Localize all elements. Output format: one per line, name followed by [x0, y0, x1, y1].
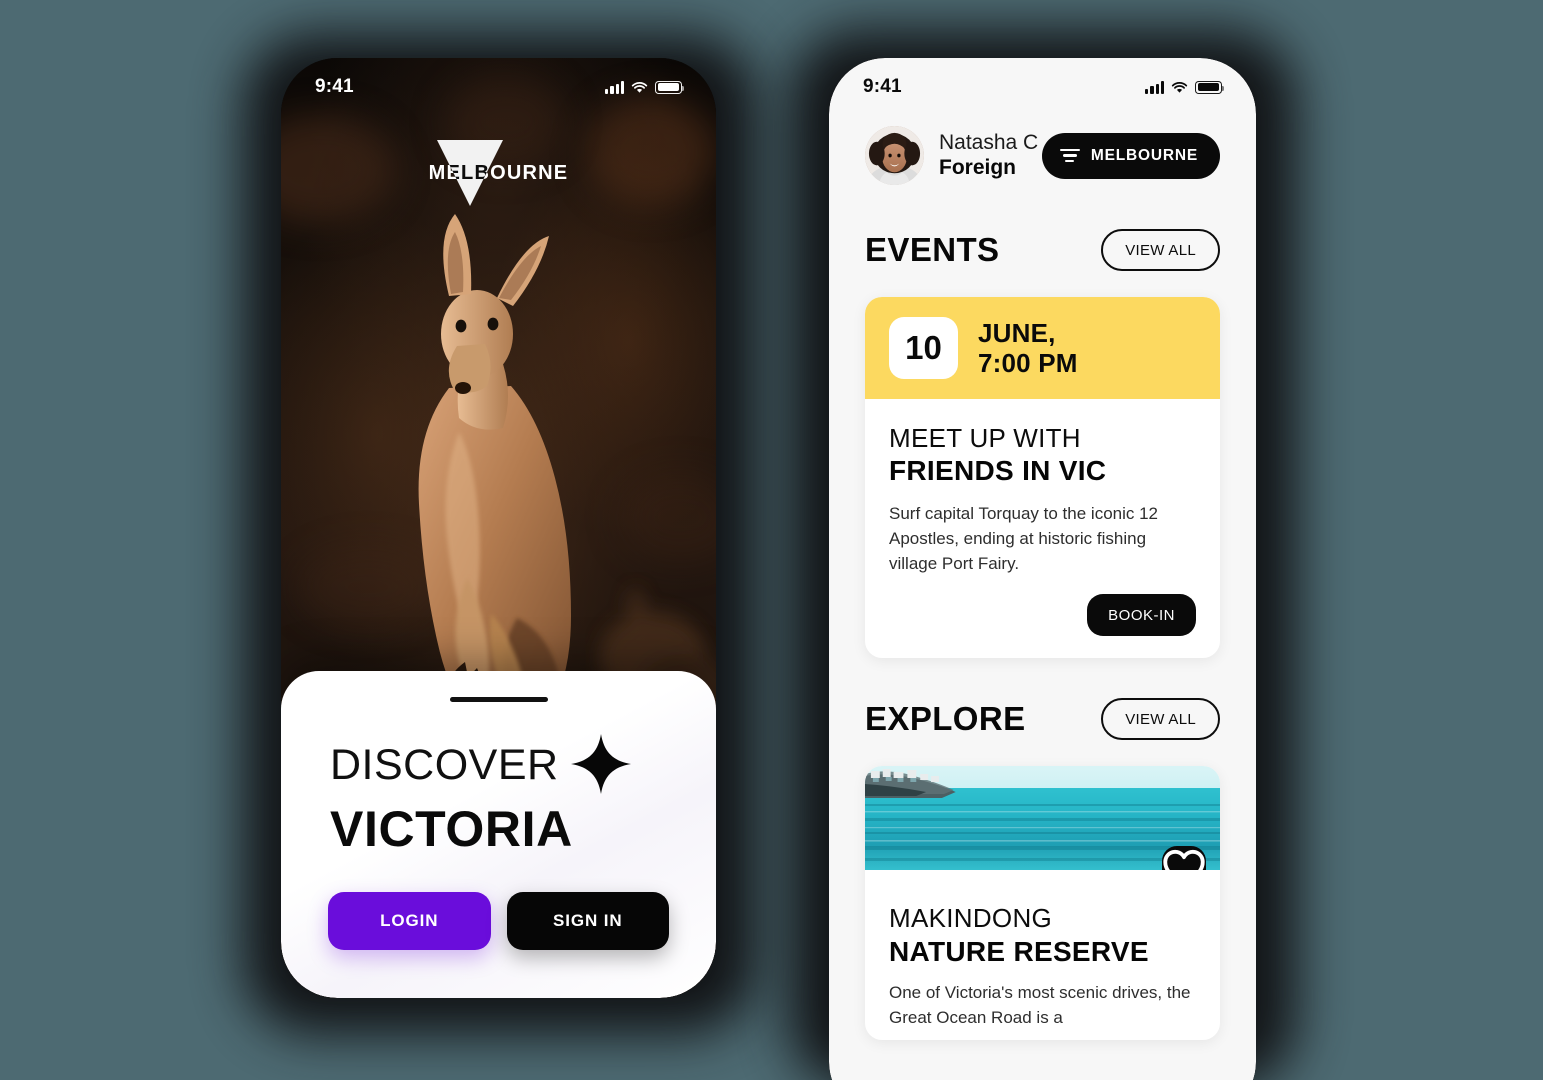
event-title-thin: MEET UP WITH: [889, 423, 1081, 453]
status-time: 9:41: [315, 76, 354, 97]
melbourne-wordmark: MELBOURNE: [428, 162, 569, 184]
explore-card-body: MAKINDONG NATURE RESERVE One of Victoria…: [865, 870, 1220, 1040]
right-phone-device: 9:41 Natasha C Foreign MELBOURNE EVENTS …: [829, 58, 1256, 1080]
battery-icon: [655, 80, 685, 94]
status-time: 9:41: [863, 76, 902, 97]
book-in-button[interactable]: BOOK-IN: [1087, 594, 1196, 637]
user-type: Foreign: [939, 155, 1016, 179]
cellular-signal-icon: [1145, 80, 1164, 94]
onboarding-sheet: DISCOVER VICTORIA LOGIN SIGN IN: [281, 671, 716, 998]
four-point-star-icon: [569, 732, 633, 796]
left-phone-device: 9:41 MELBOURNE DISCOVER VICTORIA LOGIN S…: [281, 58, 716, 998]
explore-section-header: EXPLORE VIEW ALL: [865, 698, 1220, 741]
heart-icon: [1163, 850, 1205, 871]
favorite-button[interactable]: [1162, 846, 1206, 871]
onboarding-screen: 9:41 MELBOURNE DISCOVER VICTORIA LOGIN S…: [281, 58, 716, 998]
auth-button-row: LOGIN SIGN IN: [328, 891, 669, 950]
avatar[interactable]: [865, 126, 924, 185]
user-text: Natasha C Foreign: [939, 131, 1038, 181]
event-day: 10: [889, 317, 958, 379]
event-time: 7:00 PM: [978, 348, 1078, 378]
explore-title: EXPLORE: [865, 700, 1026, 738]
filter-lines-icon: [1059, 148, 1080, 163]
wifi-icon: [1171, 81, 1188, 94]
screenshot-stage: 9:41 MELBOURNE DISCOVER VICTORIA LOGIN S…: [0, 0, 1543, 1080]
status-bar: 9:41: [281, 58, 716, 116]
signin-button[interactable]: SIGN IN: [506, 891, 669, 950]
user-header: Natasha C Foreign MELBOURNE: [865, 126, 1220, 185]
home-feed-screen: 9:41 Natasha C Foreign MELBOURNE EVENTS …: [829, 58, 1256, 1080]
explore-image: [865, 766, 1220, 871]
drag-handle[interactable]: [449, 697, 548, 702]
user-name: Natasha C: [939, 130, 1039, 154]
explore-description: One of Victoria's most scenic drives, th…: [889, 982, 1191, 1027]
login-button[interactable]: LOGIN: [328, 891, 491, 950]
event-card[interactable]: 10 JUNE, 7:00 PM MEET UP WITH FRIENDS IN…: [865, 297, 1220, 659]
explore-card[interactable]: MAKINDONG NATURE RESERVE One of Victoria…: [865, 766, 1220, 1041]
victoria-title: VICTORIA: [330, 800, 573, 857]
status-bar-right: 9:41: [829, 58, 1256, 116]
events-title: EVENTS: [865, 231, 1000, 268]
discover-title-row: DISCOVER: [330, 733, 669, 796]
discover-title: DISCOVER: [330, 741, 559, 789]
event-title-bold: FRIENDS IN VIC: [889, 455, 1107, 487]
explore-title-bold: NATURE RESERVE: [889, 935, 1149, 967]
cellular-signal-icon: [605, 80, 624, 94]
explore-view-all-button[interactable]: VIEW ALL: [1101, 698, 1220, 741]
status-icons: [1145, 80, 1225, 94]
event-actions: BOOK-IN: [889, 594, 1196, 637]
explore-title-thin: MAKINDONG: [889, 903, 1053, 934]
events-view-all-button[interactable]: VIEW ALL: [1101, 229, 1220, 271]
melbourne-logo: MELBOURNE: [404, 134, 594, 212]
battery-icon: [1195, 80, 1225, 94]
event-description: Surf capital Torquay to the iconic 12 Ap…: [889, 504, 1159, 573]
user-identity[interactable]: Natasha C Foreign: [865, 126, 1038, 185]
events-section-header: EVENTS VIEW ALL: [865, 229, 1220, 271]
event-month: JUNE,: [978, 317, 1056, 348]
city-filter-label: MELBOURNE: [1090, 146, 1198, 164]
city-filter-button[interactable]: MELBOURNE: [1041, 132, 1220, 179]
event-card-body: MEET UP WITH FRIENDS IN VIC Surf capital…: [865, 399, 1220, 658]
status-icons: [605, 80, 685, 94]
event-date-banner: 10 JUNE, 7:00 PM: [865, 297, 1220, 399]
event-datetime: JUNE, 7:00 PM: [978, 318, 1078, 379]
wifi-icon: [631, 81, 648, 94]
